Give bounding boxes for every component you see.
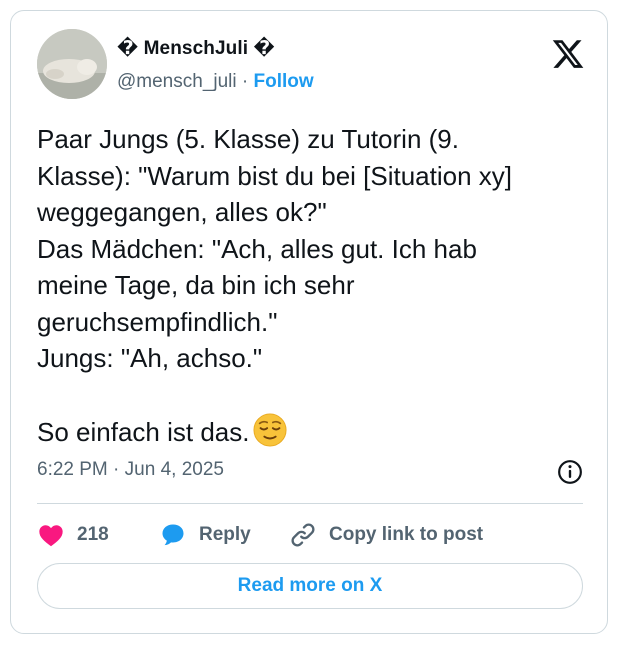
reply-bubble-icon xyxy=(162,524,184,546)
copy-link-button[interactable]: Copy link to post xyxy=(289,519,483,551)
author-handle-row: @mensch_juli · Follow xyxy=(117,71,314,93)
avatar[interactable] xyxy=(37,29,107,99)
read-more-button[interactable]: Read more on X xyxy=(37,563,583,609)
reply-label: Reply xyxy=(199,524,251,545)
tweet-date: Jun 4, 2025 xyxy=(124,459,224,480)
tweet-card: � MenschJuli � @mensch_juli · Follow Paa… xyxy=(10,10,608,634)
info-icon[interactable] xyxy=(557,459,583,485)
like-count: 218 xyxy=(77,524,109,545)
heart-icon xyxy=(39,525,63,547)
follow-button[interactable]: Follow xyxy=(254,71,314,92)
tweet-body: Paar Jungs (5. Klasse) zu Tutorin (9. Kl… xyxy=(37,124,513,447)
x-logo-icon[interactable] xyxy=(551,37,585,71)
link-icon xyxy=(291,523,315,547)
meta-separator: · xyxy=(107,459,125,480)
like-button[interactable]: 218 xyxy=(37,519,109,551)
author-display-name[interactable]: � MenschJuli � xyxy=(117,37,275,60)
tweet-timestamp[interactable]: 6:22 PM · Jun 4, 2025 xyxy=(37,459,224,481)
divider xyxy=(37,503,583,504)
relieved-face-emoji-icon xyxy=(253,413,287,447)
tweet-text: Paar Jungs (5. Klasse) zu Tutorin (9. Kl… xyxy=(37,121,597,451)
copy-link-label: Copy link to post xyxy=(329,524,484,545)
tweet-time: 6:22 PM xyxy=(37,459,108,480)
avatar-image xyxy=(37,29,107,99)
reply-button[interactable]: Reply xyxy=(159,519,251,551)
handle-separator: · xyxy=(236,71,254,92)
author-handle[interactable]: @mensch_juli xyxy=(117,71,237,92)
